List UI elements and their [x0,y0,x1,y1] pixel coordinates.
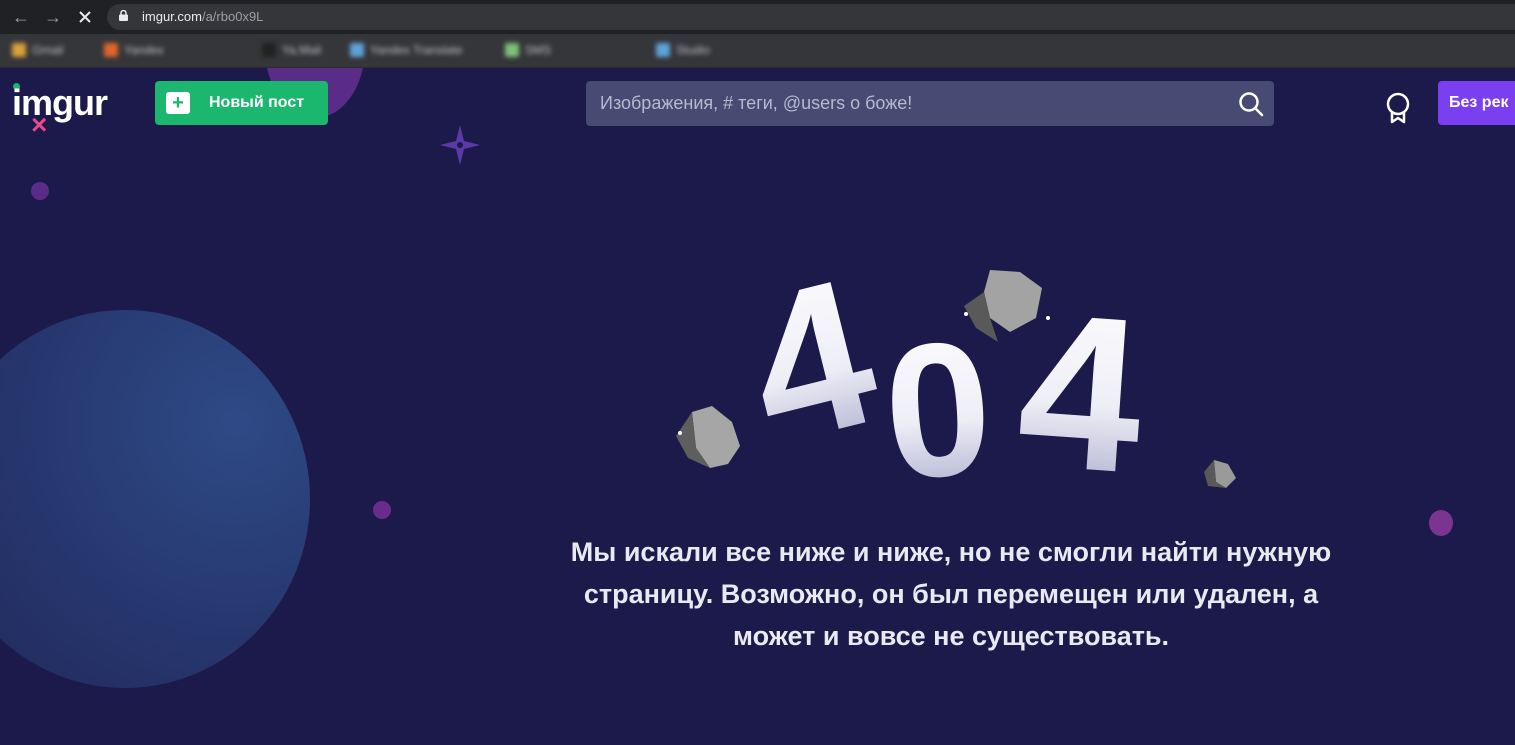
address-bar[interactable]: imgur.com/a/rbo0x9L [107,4,1515,30]
error-message: Мы искали все ниже и ниже, но не смогли … [570,537,1332,651]
bookmark-favicon-icon [505,43,519,57]
digit-middle: 0 [878,301,998,498]
bookmark-favicon-icon [12,43,26,57]
decorative-planet [0,310,310,688]
stop-loading-icon[interactable] [74,6,96,28]
bookmark-item[interactable]: SMS [505,42,551,58]
bookmark-favicon-icon [656,43,670,57]
lock-icon [119,10,128,21]
search-icon[interactable] [1238,91,1264,117]
bookmark-item[interactable]: Ya.Mail [262,42,321,58]
bookmark-favicon-icon [350,43,364,57]
back-arrow-icon[interactable]: ← [10,6,32,28]
search-bar [586,81,1274,126]
imgur-logo[interactable]: imgur [12,82,108,124]
decorative-dot [31,182,49,200]
bookmark-item[interactable]: Yandex Translate [350,42,463,58]
forward-arrow-icon[interactable]: → [42,6,64,28]
digit-first: 4 [726,258,896,489]
award-icon[interactable] [1384,92,1412,124]
error-404-illustration: 4 0 4 [676,258,1236,498]
plus-icon: + [166,92,190,114]
new-post-button[interactable]: + Новый пост [155,81,328,125]
bookmark-item[interactable]: Studio [656,42,710,58]
no-ads-button[interactable]: Без рек [1438,81,1515,125]
logo-x-icon: × [31,109,48,140]
page-content: imgur × + Новый пост Без рек 4 0 4 [0,68,1515,745]
bookmarks-bar: Gmail Yandex Ya.Mail Yandex Translate SM… [0,34,1515,68]
rock-icon [676,406,740,468]
url-text: imgur.com/a/rbo0x9L [142,9,264,24]
bookmark-item[interactable]: Gmail [12,42,63,58]
sparkle-icon [440,125,480,165]
bookmark-favicon-icon [104,43,118,57]
new-post-label: Новый пост [209,94,305,111]
browser-toolbar: ← → imgur.com/a/rbo0x9L [0,0,1515,34]
decorative-dot [373,501,391,519]
bookmark-favicon-icon [262,43,276,57]
bookmark-item[interactable]: Yandex [104,42,164,58]
decorative-dot [1429,510,1453,536]
search-input[interactable] [586,81,1226,126]
rock-icon [1204,460,1236,488]
